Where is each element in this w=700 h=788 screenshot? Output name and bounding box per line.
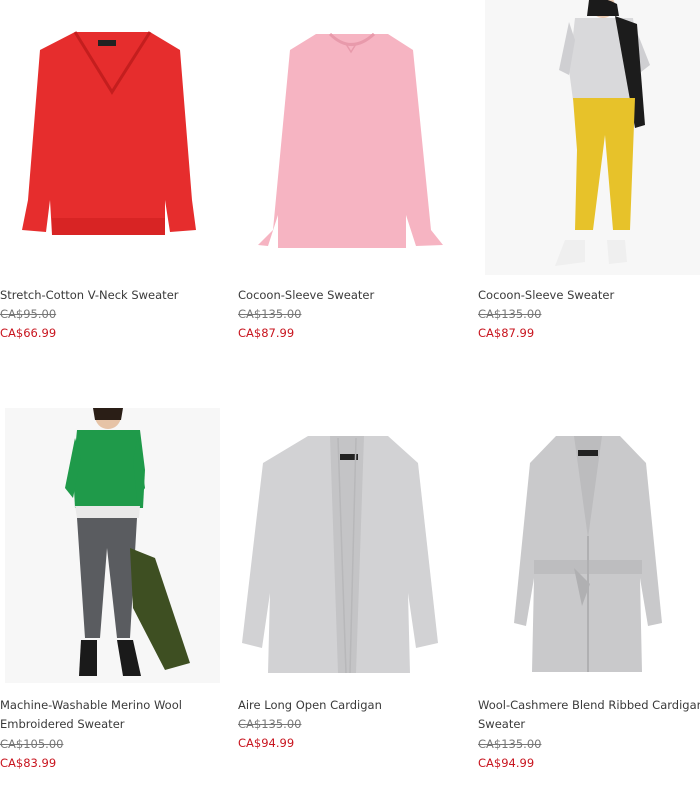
red-vneck-sweater-icon — [22, 31, 196, 235]
sale-price: CA$94.99 — [478, 756, 535, 770]
product-image[interactable] — [238, 0, 453, 275]
pink-sweater-icon — [258, 32, 443, 248]
product-image[interactable] — [485, 0, 700, 275]
product-name[interactable]: Cocoon-Sleeve Sweater — [478, 286, 700, 305]
product-card[interactable]: Wool-Cashmere Blend Ribbed Cardigan Swea… — [478, 408, 700, 788]
sale-price: CA$83.99 — [0, 756, 57, 770]
product-image[interactable] — [0, 0, 215, 275]
product-image[interactable] — [238, 408, 453, 683]
sale-price: CA$87.99 — [238, 326, 295, 340]
original-price: CA$95.00 — [0, 307, 57, 321]
original-price: CA$135.00 — [478, 307, 542, 321]
product-name[interactable]: Cocoon-Sleeve Sweater — [238, 286, 468, 305]
original-price: CA$135.00 — [238, 307, 302, 321]
product-name[interactable]: Machine-Washable Merino Wool Embroidered… — [0, 696, 230, 734]
product-card[interactable]: Stretch-Cotton V-Neck Sweater CA$95.00 C… — [0, 0, 215, 350]
original-price: CA$135.00 — [478, 737, 542, 751]
sale-price: CA$87.99 — [478, 326, 535, 340]
product-card[interactable]: Aire Long Open Cardigan CA$135.00 CA$94.… — [238, 408, 453, 788]
product-image[interactable] — [5, 408, 220, 683]
grey-open-cardigan-icon — [242, 436, 438, 674]
product-image[interactable] — [478, 408, 693, 683]
product-card[interactable]: Cocoon-Sleeve Sweater CA$135.00 CA$87.99 — [238, 0, 453, 350]
product-card[interactable]: Cocoon-Sleeve Sweater CA$135.00 CA$87.99 — [478, 0, 700, 350]
sale-price: CA$94.99 — [238, 736, 295, 750]
product-name[interactable]: Aire Long Open Cardigan — [238, 696, 468, 715]
grey-belted-cardigan-icon — [514, 436, 662, 672]
product-name[interactable]: Wool-Cashmere Blend Ribbed Cardigan Swea… — [478, 696, 700, 734]
model-grey-sweater-yellow-pants-icon — [555, 0, 650, 266]
sale-price: CA$66.99 — [0, 326, 57, 340]
model-green-sweater-icon — [65, 408, 190, 676]
original-price: CA$105.00 — [0, 737, 64, 751]
product-card[interactable]: Machine-Washable Merino Wool Embroidered… — [0, 408, 220, 788]
product-name[interactable]: Stretch-Cotton V-Neck Sweater — [0, 286, 230, 305]
original-price: CA$135.00 — [238, 717, 302, 731]
